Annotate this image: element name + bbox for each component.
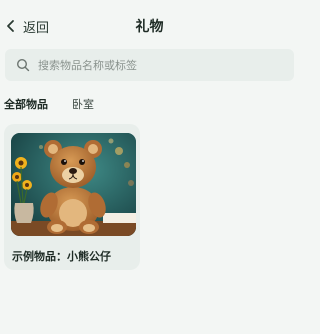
teddy-bear-illustration [11, 133, 136, 236]
category-tabs: 全部物品 卧室 [4, 96, 94, 114]
search-input[interactable] [36, 57, 280, 73]
teddy-bear-photo [11, 133, 136, 236]
search-bar[interactable] [5, 49, 294, 81]
nav-bar: 返回 礼物 [0, 10, 299, 42]
tab-bedroom[interactable]: 卧室 [72, 96, 94, 114]
search-icon [16, 58, 30, 72]
page-title: 礼物 [135, 19, 164, 35]
item-card[interactable]: 示例物品：小熊公仔 [4, 124, 140, 270]
tab-all-items[interactable]: 全部物品 [4, 96, 48, 114]
item-name: 示例物品：小熊公仔 [12, 250, 111, 263]
status-bar [0, 0, 299, 6]
